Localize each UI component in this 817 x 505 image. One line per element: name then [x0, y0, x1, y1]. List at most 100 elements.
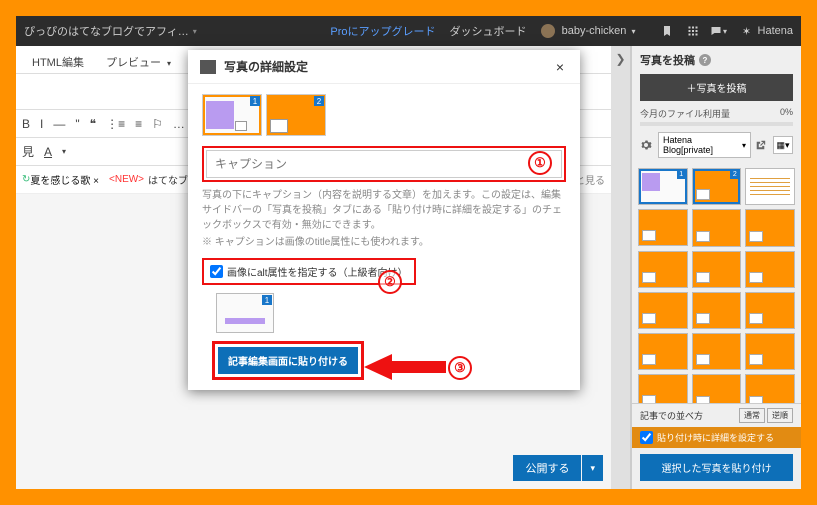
avatar-icon — [541, 24, 555, 38]
tool-flag[interactable]: ⚐ — [152, 117, 163, 131]
grid-photo[interactable]: 2 — [692, 168, 742, 205]
user-menu[interactable]: baby-chicken ▾ — [541, 24, 636, 38]
user-caret-icon: ▾ — [632, 27, 636, 36]
photo-detail-modal: 写真の詳細設定 × 1 2 写真の下にキャプション（内容を説明する文章）を加えま… — [188, 50, 580, 390]
sidebar-title-row: 写真を投稿 ? — [632, 46, 801, 74]
paste-selected-button[interactable]: 選択した写真を貼り付け — [640, 454, 793, 481]
alt-highlight: 画像にalt属性を指定する（上級者向け） — [202, 258, 416, 285]
hatena-logo-icon[interactable]: ✶ — [738, 22, 756, 40]
grid-photo[interactable] — [745, 209, 795, 246]
blog-name[interactable]: ぴっぴのはてなブログでアフィ… — [24, 23, 189, 39]
modal-thumb[interactable]: 1 — [202, 94, 262, 136]
alt-checkbox[interactable] — [210, 265, 223, 278]
caption-help-note: ※ キャプションは画像のtitle属性にも使われます。 — [202, 235, 566, 250]
grid-photo[interactable] — [638, 251, 688, 288]
grid-photo[interactable] — [745, 251, 795, 288]
tool-list[interactable]: ⋮≡ — [106, 117, 125, 131]
gear-icon[interactable] — [640, 139, 654, 151]
suggestion-old[interactable]: 夏を感じる歌 × — [30, 172, 99, 187]
alt-label[interactable]: 画像にalt属性を指定する（上級者向け） — [227, 264, 408, 279]
detail-checkbox[interactable] — [640, 431, 653, 444]
close-icon[interactable]: × — [552, 59, 568, 75]
blog-select[interactable]: Hatena Blog[private] ▾ — [658, 132, 751, 158]
sidebar: 写真を投稿 ? ＋写真を投稿 今月のファイル利用量 0% Hatena Blog… — [631, 46, 801, 489]
dashboard-link[interactable]: ダッシュボード — [450, 23, 527, 39]
publish-caret-button[interactable]: ▾ — [582, 455, 603, 481]
order-row: 記事での並べ方 通常 逆順 — [632, 403, 801, 427]
tool-align[interactable]: ≡ — [135, 117, 142, 131]
thumb-row: 1 2 — [202, 94, 566, 136]
caption-help: 写真の下にキャプション（内容を説明する文章）を加えます。この設定は、編集サイドバ… — [202, 188, 566, 233]
external-link-icon[interactable] — [755, 140, 769, 151]
tool-more[interactable]: … — [173, 117, 185, 131]
topbar: ぴっぴのはてなブログでアフィ… ▾ Proにアップグレード ダッシュボード ba… — [16, 16, 801, 46]
apps-icon[interactable] — [684, 22, 702, 40]
suggestion-new-tag: <NEW> — [109, 174, 144, 185]
comment-caret-icon: ▾ — [723, 27, 727, 36]
order-label: 記事での並べ方 — [640, 409, 703, 422]
retweet-icon: ↻ — [22, 174, 30, 185]
tool-quote[interactable]: " — [75, 117, 79, 131]
usage-row: 今月のファイル利用量 0% — [632, 107, 801, 120]
tool-bold[interactable]: B — [22, 117, 30, 131]
brand-label[interactable]: Hatena — [758, 25, 793, 37]
grid-photo[interactable] — [638, 333, 688, 370]
blog-select-row: Hatena Blog[private] ▾ ▦▾ — [632, 132, 801, 164]
insert-highlight: 記事編集画面に貼り付ける — [212, 341, 364, 380]
blog-caret-icon[interactable]: ▾ — [193, 27, 197, 36]
alt-thumb[interactable]: 1 — [216, 293, 274, 333]
grid-photo[interactable] — [692, 333, 742, 370]
detail-on-paste-row[interactable]: 貼り付け時に詳細を設定する — [632, 427, 801, 448]
grid-photo[interactable] — [692, 209, 742, 246]
blog-select-caret-icon: ▾ — [742, 141, 746, 150]
photo-grid: 1 2 — [632, 164, 801, 403]
tool-font-color[interactable]: A — [44, 145, 52, 159]
order-reverse[interactable]: 逆順 — [767, 408, 793, 423]
publish-button[interactable]: 公開する — [513, 455, 581, 481]
upload-photo-button[interactable]: ＋写真を投稿 — [640, 74, 793, 101]
photo-icon — [200, 60, 216, 74]
grid-photo[interactable] — [745, 292, 795, 329]
grid-photo[interactable]: 1 — [638, 168, 688, 205]
app-window: ぴっぴのはてなブログでアフィ… ▾ Proにアップグレード ダッシュボード ba… — [16, 16, 801, 489]
preview-caret-icon: ▾ — [167, 59, 171, 68]
usage-label: 今月のファイル利用量 — [640, 107, 730, 120]
user-name: baby-chicken — [562, 25, 627, 37]
grid-photo[interactable] — [638, 374, 688, 403]
modal-thumb[interactable]: 2 — [266, 94, 326, 136]
usage-percent: 0% — [780, 107, 793, 120]
modal-header: 写真の詳細設定 × — [188, 50, 580, 84]
grid-photo[interactable] — [745, 374, 795, 403]
comment-icon[interactable]: ▾ — [710, 22, 728, 40]
grid-photo[interactable] — [745, 168, 795, 205]
tab-html-edit[interactable]: HTML編集 — [22, 50, 94, 73]
insert-button[interactable]: 記事編集画面に貼り付ける — [218, 347, 358, 374]
publish-bar: 公開する ▾ — [513, 455, 603, 481]
tool-italic[interactable]: I — [40, 117, 43, 131]
tool-blockquote[interactable]: ❝ — [90, 117, 96, 131]
grid-photo[interactable] — [638, 292, 688, 329]
tool-strike[interactable]: — — [53, 117, 65, 131]
sidebar-collapse-handle[interactable]: ❯ — [611, 46, 631, 489]
modal-title: 写真の詳細設定 — [224, 58, 308, 75]
grid-photo[interactable] — [638, 209, 688, 246]
modal-body: 1 2 写真の下にキャプション（内容を説明する文章）を加えます。この設定は、編集… — [188, 84, 580, 390]
help-icon[interactable]: ? — [699, 54, 711, 66]
tool-color-caret-icon[interactable]: ▾ — [62, 147, 66, 156]
tab-preview[interactable]: プレビュー ▾ — [96, 50, 181, 73]
detail-label: 貼り付け時に詳細を設定する — [657, 431, 774, 444]
order-normal[interactable]: 通常 — [739, 408, 765, 423]
bookmark-icon[interactable] — [658, 22, 676, 40]
tool-heading[interactable]: 見 — [22, 143, 34, 160]
grid-photo[interactable] — [692, 292, 742, 329]
grid-mode-button[interactable]: ▦▾ — [773, 136, 793, 154]
caption-input[interactable] — [206, 150, 562, 178]
grid-photo[interactable] — [692, 374, 742, 403]
usage-bar — [640, 122, 793, 126]
pro-upgrade-link[interactable]: Proにアップグレード — [330, 23, 435, 39]
caption-highlight — [202, 146, 566, 182]
grid-photo[interactable] — [692, 251, 742, 288]
grid-photo[interactable] — [745, 333, 795, 370]
sidebar-wrapper: ❯ 写真を投稿 ? ＋写真を投稿 今月のファイル利用量 0% Ha — [611, 46, 801, 489]
sidebar-title: 写真を投稿 — [640, 52, 695, 68]
